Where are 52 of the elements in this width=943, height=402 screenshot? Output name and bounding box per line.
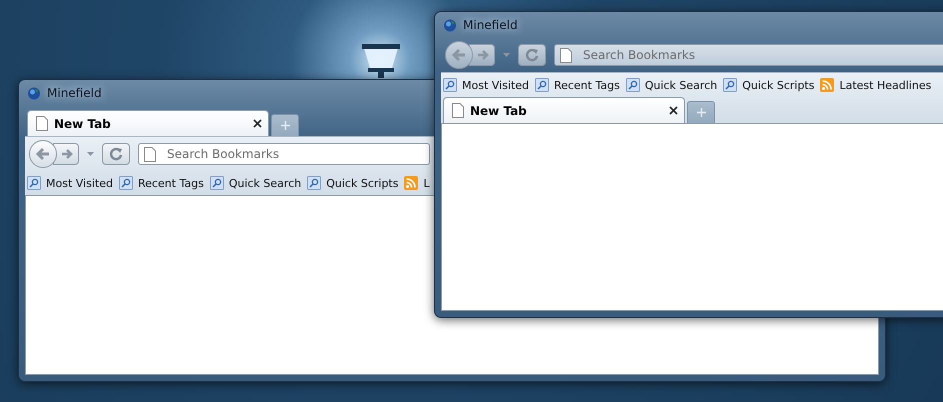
bookmark-item[interactable]: Recent Tags [534,78,620,92]
new-tab-button[interactable] [687,101,715,123]
search-icon [626,78,640,92]
search-icon [723,78,738,92]
window-title: Minefield [47,86,102,100]
bookmark-item[interactable]: L [404,176,430,190]
bookmark-item[interactable]: Most Visited [443,78,529,92]
dropdown-caret-icon[interactable] [503,53,510,57]
globe-icon [443,18,457,32]
back-button[interactable] [29,140,57,168]
search-icon [27,176,41,190]
plus-icon [280,121,290,130]
forward-arrow-icon [61,148,74,160]
forward-button[interactable] [469,44,495,66]
bookmark-item[interactable]: Quick Search [626,78,718,92]
back-arrow-icon [35,147,51,161]
search-icon [210,176,224,190]
bookmark-item[interactable]: Recent Tags [118,176,204,190]
bookmark-item[interactable]: Quick Scripts [307,176,398,190]
browser-tab[interactable]: New Tab [27,110,269,136]
reload-icon [525,48,539,62]
page-icon [144,147,156,162]
close-icon[interactable] [669,106,678,115]
search-field[interactable]: Search Bookmarks [138,143,430,165]
search-icon [443,78,457,92]
feed-icon [820,78,834,92]
window-title: Minefield [463,18,518,32]
globe-icon [27,86,41,100]
search-field[interactable]: Search Bookmarks [554,44,943,66]
forward-button[interactable] [53,143,79,165]
new-tab-button[interactable] [271,114,299,136]
search-icon [118,176,133,190]
bookmark-item[interactable]: Most Visited [27,176,113,190]
forward-arrow-icon [477,49,490,61]
page-icon [452,103,464,118]
close-icon[interactable] [253,119,262,128]
search-icon [307,176,322,190]
search-icon [534,78,549,92]
back-button[interactable] [445,41,473,69]
reload-button[interactable] [518,44,546,66]
dropdown-caret-icon[interactable] [87,152,94,156]
bookmark-item[interactable]: Quick Scripts [723,78,814,92]
reload-button[interactable] [102,143,130,165]
plus-icon [696,108,706,117]
browser-tab[interactable]: New Tab [443,97,685,123]
page-icon [36,116,48,131]
back-arrow-icon [451,48,467,62]
page-icon [560,48,572,63]
bookmark-item[interactable]: Quick Search [210,176,302,190]
feed-icon [404,176,418,190]
reload-icon [109,147,123,161]
bookmark-item[interactable]: Latest Headlines [820,78,932,92]
